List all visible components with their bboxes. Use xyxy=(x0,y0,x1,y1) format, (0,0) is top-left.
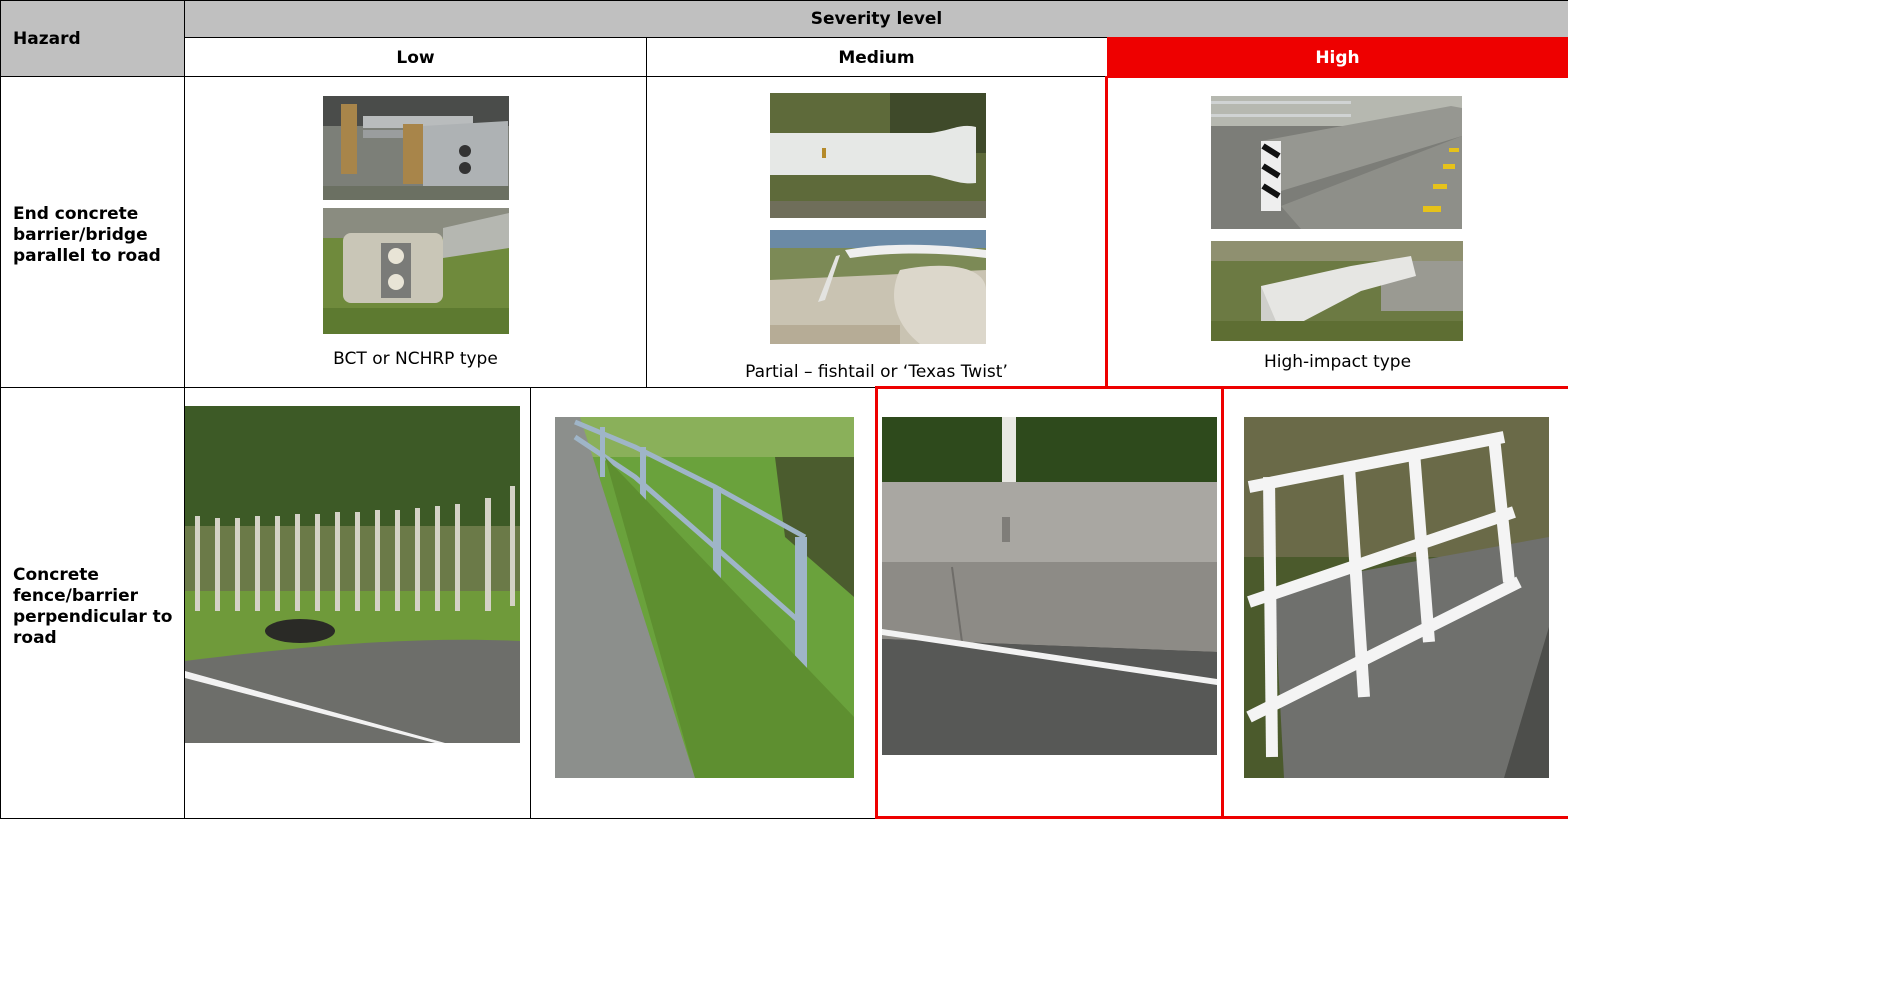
hazard-label-perpendicular: Concrete fence/barrier perpendicular to … xyxy=(13,565,173,648)
hazard-header: Hazard xyxy=(13,29,81,49)
level-low-header: Low xyxy=(396,48,435,68)
grid-line xyxy=(0,76,1107,77)
photo-nchrp-terminal xyxy=(323,208,509,334)
highlight-border xyxy=(875,816,1568,819)
highlight-border xyxy=(1221,386,1224,819)
caption-medium: Partial – fishtail or ‘Texas Twist’ xyxy=(745,362,1008,382)
highlight-border xyxy=(1105,76,1108,388)
severity-table: Hazard Severity level Low Medium High En… xyxy=(0,0,1568,819)
photo-bct-terminal xyxy=(323,96,509,200)
photo-texas-twist xyxy=(770,230,986,344)
grid-line xyxy=(530,387,531,819)
photo-timber-fence xyxy=(185,406,520,743)
grid-line xyxy=(0,0,1,819)
level-high-header: High xyxy=(1315,48,1360,68)
caption-low: BCT or NCHRP type xyxy=(333,349,498,369)
caption-high: High-impact type xyxy=(1263,352,1412,372)
severity-header: Severity level xyxy=(810,9,943,29)
grid-line xyxy=(0,387,877,388)
photo-concrete-barrier xyxy=(882,417,1217,755)
photo-white-rail-fence xyxy=(1244,417,1549,778)
photo-pipe-rail-fence xyxy=(555,417,854,778)
grid-line xyxy=(646,37,647,388)
grid-line xyxy=(0,0,1568,1)
hazard-label-parallel: End concrete barrier/bridge parallel to … xyxy=(13,204,161,266)
photo-fishtail-terminal xyxy=(770,93,986,218)
photo-high-impact-barrier xyxy=(1211,241,1463,341)
photo-bridge-barrier-end xyxy=(1211,96,1462,229)
level-medium-header: Medium xyxy=(838,48,915,68)
highlight-border xyxy=(875,386,878,819)
